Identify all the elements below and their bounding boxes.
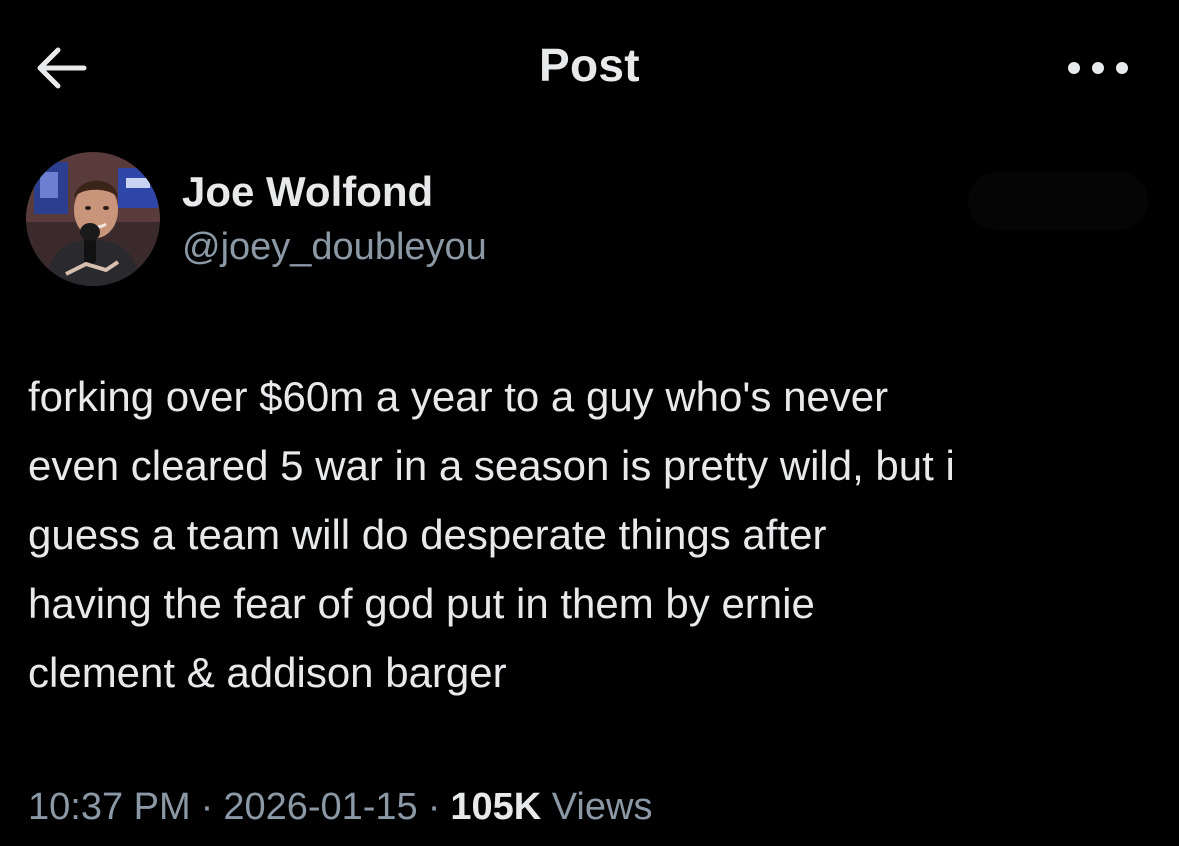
post-metadata: 10:37 PM · 2026-01-15 · 105K Views bbox=[28, 786, 652, 829]
avatar-photo bbox=[26, 152, 160, 286]
arrow-left-icon bbox=[37, 47, 87, 89]
meta-separator: · bbox=[427, 786, 441, 828]
meta-separator: · bbox=[200, 786, 214, 828]
back-button[interactable] bbox=[30, 42, 94, 94]
views-label: Views bbox=[551, 786, 653, 828]
user-handle[interactable]: @joey_doubleyou bbox=[182, 226, 487, 269]
follow-button-faded[interactable] bbox=[968, 172, 1148, 230]
views-count[interactable]: 105K bbox=[450, 786, 541, 828]
post-time[interactable]: 10:37 PM bbox=[28, 786, 191, 828]
post-date[interactable]: 2026-01-15 bbox=[223, 786, 417, 828]
post-author: Joe Wolfond @joey_doubleyou bbox=[26, 152, 1148, 286]
avatar[interactable] bbox=[26, 152, 160, 286]
post-text: forking over $60m a year to a guy who's … bbox=[28, 373, 955, 696]
more-options-button[interactable] bbox=[1060, 46, 1136, 90]
top-bar: Post bbox=[0, 0, 1179, 140]
display-name[interactable]: Joe Wolfond bbox=[182, 168, 433, 216]
ellipsis-horizontal-icon bbox=[1068, 62, 1128, 74]
page-title: Post bbox=[539, 39, 640, 91]
